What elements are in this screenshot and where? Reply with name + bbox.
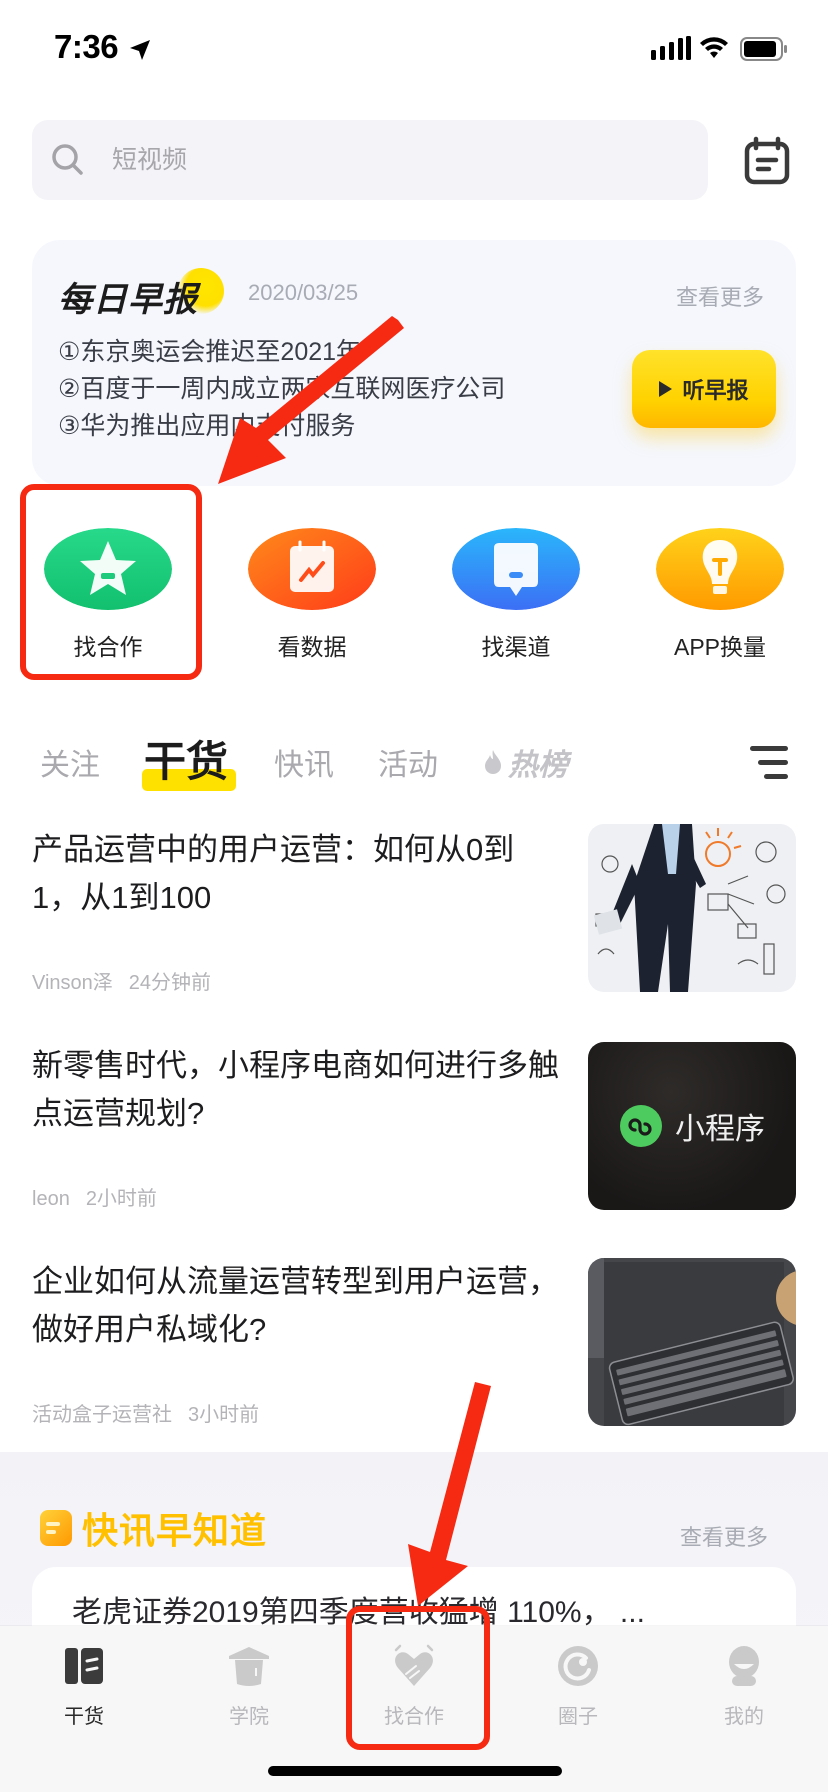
tab-events[interactable]: 活动	[378, 740, 438, 784]
flash-news-more-link[interactable]: 查看更多	[680, 1520, 768, 1552]
nav-label: 找合作	[384, 1706, 444, 1728]
shortcut-app-exchange[interactable]: APP换量	[640, 528, 800, 668]
nav-item-circle[interactable]: 圈子	[518, 1644, 638, 1740]
tab-flash-news[interactable]: 快讯	[274, 740, 334, 784]
star-icon	[44, 528, 172, 610]
article-item[interactable]: 新零售时代，小程序电商如何进行多触点运营规划? leon 2小时前 小程序	[0, 1042, 828, 1242]
tab-follow[interactable]: 关注	[40, 740, 100, 784]
nav-label: 圈子	[558, 1706, 598, 1728]
chart-calendar-icon	[248, 528, 376, 610]
flash-news-headline[interactable]: 老虎证券2019第四季度营收猛增 110%， ...	[72, 1587, 645, 1631]
menu-icon[interactable]	[748, 744, 790, 782]
message-icon	[452, 528, 580, 610]
article-author: 活动盒子运营社	[32, 1404, 172, 1426]
nav-item-academy[interactable]: 学院	[189, 1644, 309, 1740]
flash-news-title: 快讯早知道	[82, 1510, 268, 1551]
book-icon	[65, 1648, 103, 1684]
nav-item-find-cooperation[interactable]: 找合作	[354, 1644, 474, 1740]
tab-dry-goods[interactable]: 干货	[144, 728, 228, 789]
listen-report-label: 听早报	[682, 378, 749, 403]
article-item[interactable]: 企业如何从流量运营转型到用户运营，做好用户私域化? 活动盒子运营社 3小时前	[0, 1258, 828, 1458]
article-title[interactable]: 新零售时代，小程序电商如何进行多触点运营规划?	[32, 1042, 562, 1138]
nav-label: 干货	[64, 1706, 104, 1728]
mini-program-text: 小程序	[675, 1113, 765, 1146]
shortcut-label: 找渠道	[481, 634, 551, 660]
daily-report-item[interactable]: ③华为推出应用内支付服务	[58, 408, 505, 445]
article-author: leon	[32, 1188, 70, 1210]
article-meta: 活动盒子运营社 3小时前	[32, 1398, 259, 1427]
lightbulb-icon	[656, 528, 784, 610]
nav-item-profile[interactable]: 我的	[684, 1644, 804, 1740]
article-meta: leon 2小时前	[32, 1182, 157, 1211]
article-item[interactable]: 产品运营中的用户运营：如何从0到1，从1到100 Vinson泽 24分钟前	[0, 824, 828, 1026]
article-time: 24分钟前	[128, 972, 212, 994]
tab-hot-list-label: 热榜	[508, 749, 568, 782]
shortcut-find-cooperation[interactable]: 找合作	[28, 528, 188, 668]
graduation-cap-icon	[229, 1647, 269, 1686]
wifi-icon	[700, 37, 728, 58]
daily-report-title: 每日早报	[58, 281, 198, 319]
article-thumbnail-businessman	[588, 824, 796, 992]
daily-report-date: 2020/03/25	[248, 280, 359, 305]
handshake-heart-icon	[394, 1644, 434, 1686]
flash-news-header: 快讯早知道	[40, 1502, 267, 1554]
article-thumbnail-mini-program: 小程序	[588, 1042, 796, 1210]
tab-hot-list[interactable]: 热榜	[484, 740, 568, 784]
category-tabs: 关注 干货 快讯 活动 热榜	[0, 720, 828, 800]
mini-program-logo-icon	[620, 1105, 662, 1147]
nav-label: 学院	[229, 1706, 269, 1728]
nav-label: 我的	[724, 1706, 764, 1728]
article-author: Vinson泽	[32, 972, 113, 994]
shortcut-find-channel[interactable]: 找渠道	[436, 528, 596, 668]
article-time: 3小时前	[188, 1404, 260, 1426]
home-indicator[interactable]	[268, 1766, 562, 1776]
shortcut-label: 看数据	[277, 634, 347, 660]
nav-item-dry-goods[interactable]: 干货	[24, 1644, 144, 1740]
battery-icon	[740, 37, 787, 61]
calendar-icon[interactable]	[742, 136, 792, 186]
shortcut-label: 找合作	[73, 634, 143, 660]
flash-news-icon	[40, 1510, 72, 1546]
article-thumbnail-keyboard	[588, 1258, 796, 1426]
article-meta: Vinson泽 24分钟前	[32, 966, 211, 995]
daily-report-item[interactable]: ②百度于一周内成立两家互联网医疗公司	[58, 371, 505, 408]
daily-report-list: ①东京奥运会推迟至2021年 ②百度于一周内成立两家互联网医疗公司 ③华为推出应…	[58, 334, 505, 445]
article-title[interactable]: 产品运营中的用户运营：如何从0到1，从1到100	[32, 826, 562, 922]
article-time: 2小时前	[85, 1188, 157, 1210]
status-bar: 7:36	[0, 0, 828, 100]
shortcut-view-data[interactable]: 看数据	[232, 528, 392, 668]
flame-icon	[485, 750, 501, 774]
shortcut-label: APP换量	[673, 634, 767, 660]
daily-report-more-link[interactable]: 查看更多	[676, 280, 764, 312]
daily-report-item[interactable]: ①东京奥运会推迟至2021年	[58, 334, 505, 371]
cellular-signal-icon	[651, 36, 691, 60]
search-icon	[52, 144, 83, 175]
listen-report-button[interactable]: 听早报	[632, 350, 776, 428]
circle-icon	[558, 1646, 598, 1686]
flash-news-section: 快讯早知道 查看更多 老虎证券2019第四季度营收猛增 110%， ...	[0, 1452, 828, 1667]
search-placeholder: 短视频	[112, 146, 188, 174]
location-arrow-icon	[130, 40, 150, 60]
article-title[interactable]: 企业如何从流量运营转型到用户运营，做好用户私域化?	[32, 1258, 562, 1354]
shortcut-grid: 找合作 看数据 找渠道 APP换量	[0, 528, 828, 668]
profile-icon	[729, 1646, 759, 1686]
status-time: 7:36	[54, 28, 119, 65]
play-icon	[659, 381, 673, 397]
